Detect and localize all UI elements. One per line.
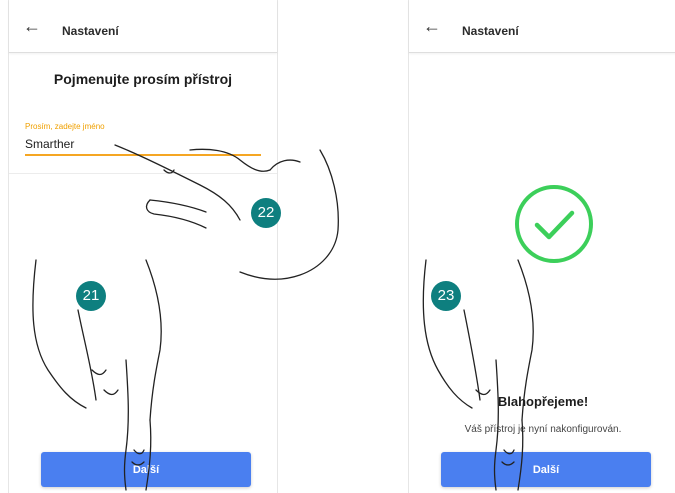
step-badge-22: 22 [251,198,281,228]
divider [9,173,277,174]
page-title: Pojmenujte prosím přístroj [53,71,233,87]
success-message: Váš přístroj je nyní nakonfigurován. [464,424,622,435]
app-bar-title: Nastavení [62,24,119,38]
next-button[interactable]: Další [441,452,651,487]
device-name-field: Prosím, zadejte jméno [25,122,265,158]
naming-screen: ← Nastavení Pojmenujte prosím přístroj P… [8,0,278,493]
app-bar: ← Nastavení [409,0,675,53]
device-name-label: Prosím, zadejte jméno [25,122,105,131]
success-screen: ← Nastavení Blahopřejeme! Váš přístroj j… [408,0,675,493]
app-bar: ← Nastavení [9,0,277,53]
back-arrow-icon[interactable]: ← [23,16,43,36]
check-circle-icon [515,185,593,263]
next-button[interactable]: Další [41,452,251,487]
app-bar-title: Nastavení [462,24,519,38]
device-name-input[interactable] [25,134,261,156]
step-badge-21: 21 [76,281,106,311]
step-badge-23: 23 [431,281,461,311]
back-arrow-icon[interactable]: ← [423,16,443,36]
congratulations-heading: Blahopřejeme! [497,394,589,409]
